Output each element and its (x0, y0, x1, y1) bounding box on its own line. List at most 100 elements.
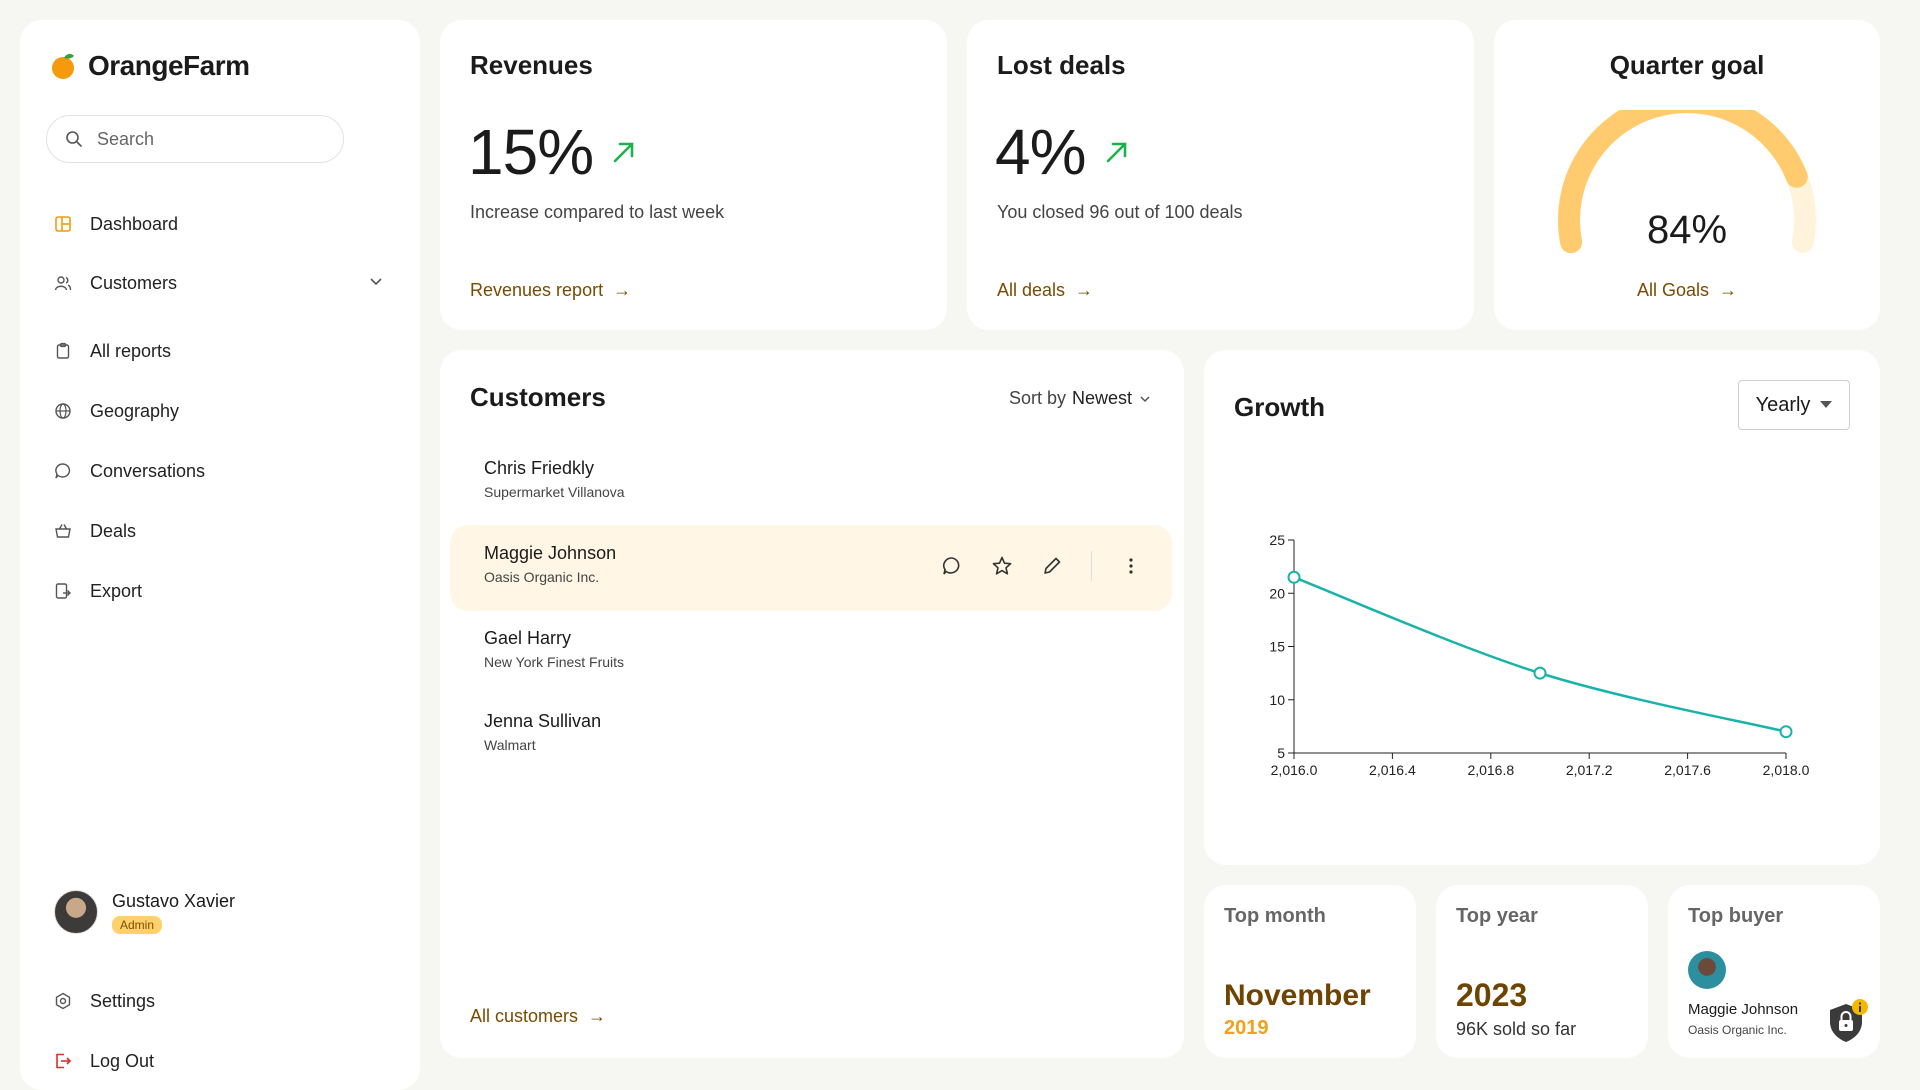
pencil-icon[interactable] (1041, 555, 1063, 577)
y-ticks: 5 10 15 20 25 (1269, 532, 1294, 761)
orange-logo-icon (52, 53, 74, 79)
top-month-value: November (1224, 979, 1371, 1012)
data-point[interactable] (1533, 666, 1547, 680)
all-customers-link[interactable]: All customers → (470, 1006, 606, 1027)
top-year-value: 2023 (1456, 977, 1528, 1013)
goal-percentage: 84% (1646, 208, 1728, 252)
top-year-sub: 96K sold so far (1456, 1019, 1577, 1039)
buyer-name: Maggie Johnson (1688, 1001, 1799, 1018)
data-point[interactable] (1779, 725, 1793, 739)
all-goals-link[interactable]: All Goals → (1494, 280, 1880, 301)
gear-icon (55, 992, 71, 1010)
sidebar-item-all-reports[interactable]: All reports (54, 333, 384, 369)
chevron-down-icon[interactable] (368, 273, 384, 289)
chat-bubble-icon (55, 463, 71, 479)
card-title: Revenues (470, 50, 593, 80)
series-points (1287, 570, 1793, 739)
globe-icon (55, 403, 71, 419)
action-divider (1091, 551, 1092, 581)
message-icon[interactable] (941, 555, 963, 577)
more-vertical-icon[interactable] (1120, 555, 1142, 577)
y-tick-label: 10 (1269, 692, 1285, 708)
customers-card: Customers Sort by Newest Chris Friedkly … (440, 350, 1184, 1058)
sidebar-item-dashboard[interactable]: Dashboard (54, 206, 384, 242)
stat-number: 15% (468, 116, 594, 188)
data-point[interactable] (1287, 570, 1301, 584)
x-tick-label: 2,017.2 (1566, 762, 1613, 778)
avatar (54, 890, 98, 934)
top-year-card: Top year 2023 96K sold so far (1436, 885, 1648, 1058)
growth-card: Growth Yearly 5 10 15 20 25 2,016.0 2,016.4 2,… (1204, 350, 1880, 865)
sidebar-item-label: Export (90, 580, 143, 601)
x-tick-label: 2,016.8 (1467, 762, 1514, 778)
brand-logo[interactable]: OrangeFarm (50, 50, 250, 82)
top-buyer-card: Top buyer Maggie Johnson Oasis Organic I… (1668, 885, 1880, 1058)
link-label: All Goals (1636, 280, 1710, 300)
chevron-down-icon (1140, 395, 1150, 402)
lock-shield-icon[interactable] (1826, 998, 1870, 1046)
period-value: Yearly (1755, 393, 1811, 416)
arrow-right-icon: → (1075, 280, 1094, 300)
customer-row[interactable]: Maggie Johnson Oasis Organic Inc. (450, 525, 1172, 611)
card-title: Top buyer (1688, 905, 1784, 927)
customer-name: Chris Friedkly (484, 458, 595, 478)
arrow-right-icon: → (1719, 280, 1738, 300)
card-title: Quarter goal (1609, 50, 1765, 80)
customer-name: Gael Harry (484, 628, 572, 648)
sidebar-item-export[interactable]: Export (54, 573, 384, 609)
customer-name: Maggie Johnson (484, 543, 617, 563)
customer-company: Supermarket Villanova (484, 484, 625, 500)
top-month-year: 2019 (1224, 1017, 1269, 1039)
growth-chart: 510152025 2,016.0 2,016.4 2,016.8 2,017.2 2,… (1269, 532, 1809, 778)
trend-up-arrow-icon (613, 142, 634, 163)
users-icon (54, 276, 72, 291)
card-title: Top year (1456, 905, 1538, 927)
buyer-avatar (1688, 951, 1726, 989)
x-tick-label: 2,016.0 (1271, 762, 1318, 778)
sidebar-item-customers[interactable]: Customers (54, 265, 384, 301)
row-actions (941, 551, 1142, 581)
sort-value: Newest (1071, 388, 1132, 408)
period-select[interactable]: Yearly (1738, 380, 1850, 430)
sidebar-item-label: Customers (90, 272, 178, 293)
x-tick-label: 2,016.4 (1369, 762, 1416, 778)
sidebar: OrangeFarm Dashboard Customers (20, 20, 420, 1090)
trend-up-arrow-icon (1106, 142, 1126, 163)
customer-row[interactable]: Jenna Sullivan Walmart (450, 693, 1172, 779)
user-profile[interactable]: Gustavo Xavier Admin (54, 890, 235, 934)
customer-company: Walmart (484, 737, 536, 753)
search-box[interactable] (46, 115, 344, 163)
y-tick-label: 5 (1277, 745, 1285, 761)
sort-dropdown[interactable]: Sort by Newest (1009, 388, 1152, 409)
card-title: Top month (1224, 905, 1326, 927)
link-label: All deals (997, 280, 1066, 300)
customer-row[interactable]: Chris Friedkly Supermarket Villanova (450, 440, 1172, 526)
customer-name: Jenna Sullivan (484, 711, 602, 731)
logout-icon (56, 1053, 72, 1069)
role-badge: Admin (112, 915, 163, 934)
sidebar-item-label: Log Out (90, 1050, 155, 1071)
sidebar-item-geography[interactable]: Geography (54, 393, 384, 429)
lost-deals-card: Lost deals 4% You closed 96 out of 100 d… (967, 20, 1474, 330)
revenues-value: 15% (468, 115, 637, 189)
sidebar-item-settings[interactable]: Settings (54, 983, 384, 1019)
card-title: Lost deals (997, 50, 1126, 80)
sidebar-item-label: Conversations (90, 460, 206, 481)
sidebar-item-conversations[interactable]: Conversations (54, 453, 384, 489)
sidebar-item-label: Geography (90, 400, 180, 421)
sidebar-item-logout[interactable]: Log Out (54, 1043, 384, 1079)
sidebar-item-deals[interactable]: Deals (54, 513, 384, 549)
sort-prefix: Sort by (1008, 388, 1066, 408)
quarter-goal-card: Quarter goal 84% All Goals → (1494, 20, 1880, 330)
all-deals-link[interactable]: All deals → (997, 280, 1093, 301)
link-label: All customers (470, 1006, 579, 1026)
top-month-card: Top month November 2019 (1204, 885, 1416, 1058)
customer-row[interactable]: Gael Harry New York Finest Fruits (450, 610, 1172, 696)
revenues-report-link[interactable]: Revenues report → (470, 280, 631, 301)
search-input[interactable] (95, 127, 319, 151)
y-tick-label: 20 (1269, 585, 1285, 601)
basket-icon (55, 524, 71, 538)
sidebar-item-label: Settings (90, 990, 156, 1011)
clipboard-icon (56, 342, 70, 359)
star-icon[interactable] (991, 555, 1013, 577)
